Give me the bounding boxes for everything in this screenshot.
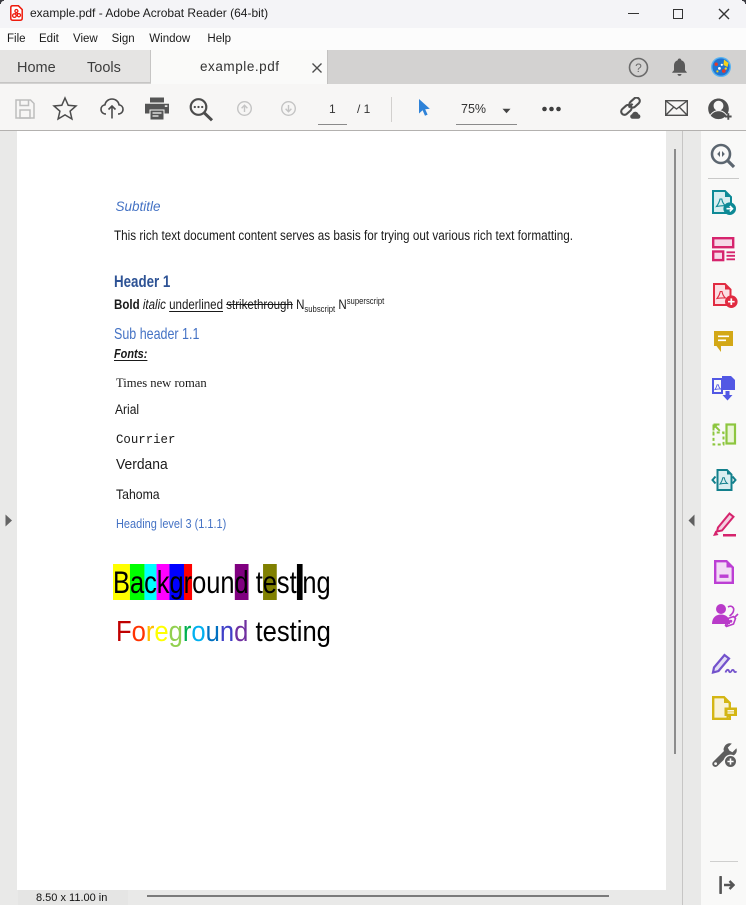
svg-text:?: ? xyxy=(635,61,642,75)
